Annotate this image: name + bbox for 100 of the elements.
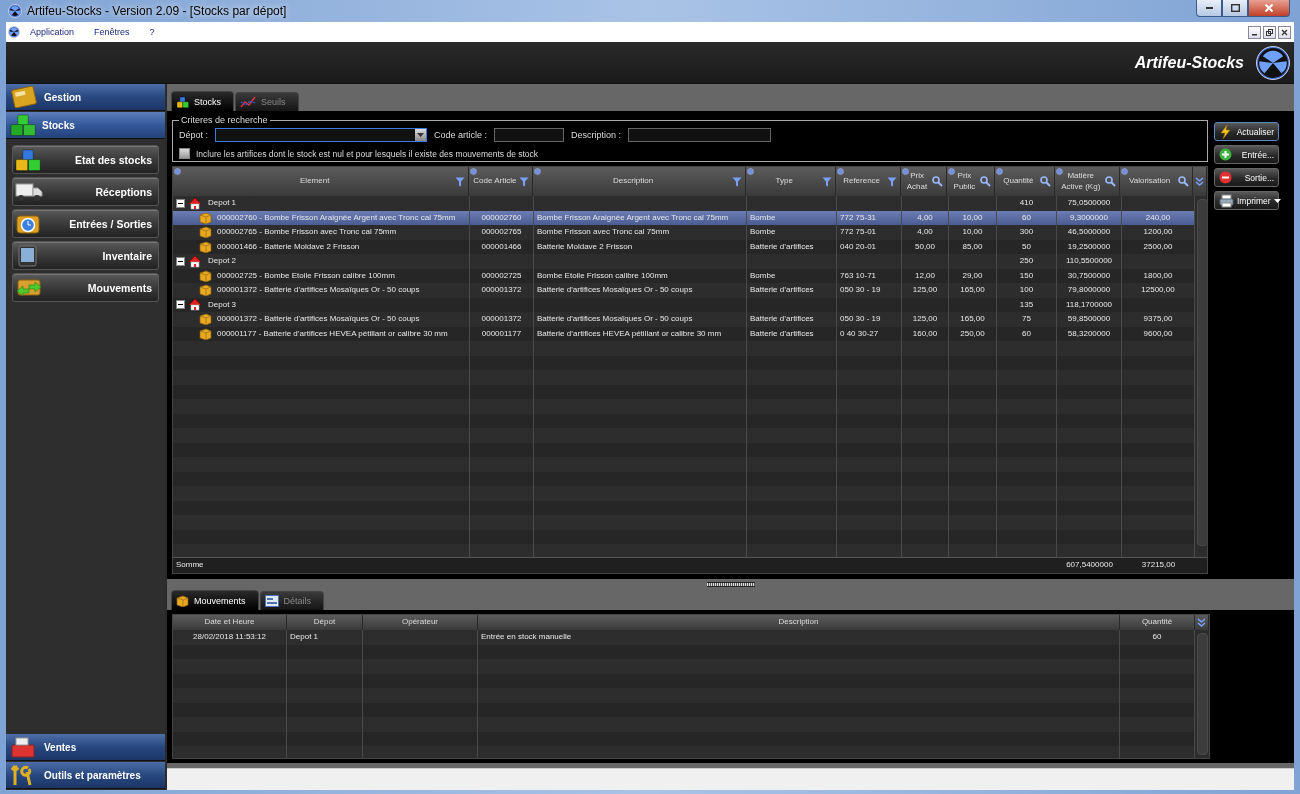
menu-item[interactable]: Application — [20, 27, 85, 37]
column-pin-icon — [174, 168, 181, 175]
sidebar-section[interactable]: Outils et paramètres — [6, 762, 165, 789]
sidebar-item[interactable]: Mouvements — [12, 273, 159, 302]
table-cell-text: 000001372 - Batterie d'artifices Mosaïques Or - 50 coups — [216, 284, 420, 296]
table-cell-text: 250 — [1019, 255, 1034, 267]
table-row[interactable]: Depot 1 410 75,0500000 — [173, 196, 1195, 211]
logo-icon — [8, 26, 20, 38]
sidebar-section[interactable]: Ventes — [6, 734, 165, 761]
table-cell-text: 12500,00 — [1141, 284, 1175, 296]
tab[interactable]: Seuils — [235, 92, 299, 111]
scrollbar-thumb[interactable] — [1196, 199, 1207, 546]
double-caret-icon — [1195, 176, 1204, 187]
box-icon — [176, 594, 189, 607]
action-button[interactable]: Entrée... — [1214, 145, 1279, 164]
column-pin-icon — [470, 168, 478, 175]
house-icon — [188, 196, 202, 210]
action-button[interactable]: Actualiser — [1214, 122, 1279, 141]
table-cell-text: 2500,00 — [1143, 240, 1173, 253]
close-button[interactable] — [1248, 0, 1290, 17]
splitter-handle[interactable] — [706, 582, 755, 587]
tree-toggle[interactable] — [176, 256, 185, 266]
filter-icon — [519, 176, 530, 187]
sidebar-item[interactable]: Entrées / Sorties — [12, 209, 159, 238]
table-cell-text: 50,00 — [915, 240, 935, 253]
table-cell-text: Entrée en stock manuelle — [481, 631, 572, 643]
menu-item[interactable]: Fenêtres — [84, 27, 140, 37]
table-cell-text: Batterie d’artifices — [750, 327, 814, 340]
box-icon — [199, 211, 212, 224]
sidebar-item[interactable]: Réceptions — [12, 177, 159, 206]
restore-button[interactable] — [1263, 25, 1276, 39]
tree-toggle[interactable] — [176, 198, 185, 208]
table-cell-text: Bombe — [750, 211, 776, 224]
table-cell-text: 9,3000000 — [1070, 211, 1108, 224]
scrollbar-thumb[interactable] — [1196, 633, 1208, 755]
column-pin-icon — [746, 168, 754, 175]
table-cell-text: 772 75-01 — [840, 226, 877, 238]
table-cell-text: 4,00 — [917, 211, 933, 224]
sidebar-item[interactable]: Etat des stocks — [12, 145, 159, 174]
minimize-button[interactable] — [1248, 25, 1261, 39]
house-icon — [188, 254, 202, 268]
table-cell-text: 000002725 — [481, 269, 522, 282]
table-cell-text: 30,7500000 — [1067, 269, 1111, 282]
dropdown-field[interactable] — [215, 128, 428, 142]
field-label: Code article : — [434, 130, 488, 140]
table-cell-text: 300 — [1019, 226, 1034, 238]
search-icon — [980, 176, 992, 187]
table-cell-text: 10,00 — [962, 211, 983, 224]
tree-toggle[interactable] — [176, 300, 185, 310]
search-icon — [1105, 176, 1117, 187]
table-cell-text: 75,0500000 — [1067, 197, 1111, 209]
search-icon — [1040, 176, 1052, 187]
tab[interactable]: Mouvements — [171, 590, 259, 610]
table-cell-text: 50 — [1022, 240, 1031, 253]
table-cell-text: 135 — [1019, 298, 1034, 311]
table-cell-text: 000002765 - Bombe Frisson avec Tronc cal 75mm — [216, 226, 397, 238]
cash-register-icon — [10, 736, 38, 758]
sidebar-section[interactable]: Stocks — [6, 112, 165, 139]
table-cell-text: 110,5500000 — [1065, 255, 1113, 267]
line-chart-icon — [240, 96, 256, 108]
sidebar-item[interactable]: Inventaire — [12, 241, 159, 270]
filter-icon — [455, 176, 466, 187]
menu-item[interactable]: ? — [139, 27, 165, 37]
caret-icon — [417, 133, 425, 137]
table-cell-text: 12,00 — [915, 269, 935, 282]
table-cell-text: 763 10-71 — [840, 269, 877, 282]
table-cell-text: 100 — [1019, 284, 1034, 296]
box-icon — [199, 240, 212, 253]
table-row[interactable]: Depot 2 250 110,5500000 — [173, 254, 1195, 269]
tab[interactable]: Stocks — [171, 91, 234, 111]
cubes-icon — [15, 148, 41, 171]
input-field[interactable] — [494, 128, 565, 142]
input-field[interactable] — [628, 128, 772, 142]
close-icon — [1265, 4, 1273, 12]
close-button[interactable] — [1278, 25, 1291, 39]
box-icon — [199, 226, 212, 239]
summary-label: Somme — [176, 559, 204, 572]
table-cell-text: 125,00 — [912, 313, 938, 325]
column-pin-icon — [1121, 168, 1129, 175]
table-cell-text: 150 — [1019, 269, 1034, 282]
table-cell-text: 9600,00 — [1143, 327, 1173, 340]
plus-icon — [1219, 148, 1232, 161]
action-button[interactable]: Imprimer — [1214, 191, 1279, 210]
table-cell-text: 10,00 — [962, 226, 983, 238]
column-pin-icon — [948, 168, 956, 175]
table-cell-text: 79,8000000 — [1067, 284, 1111, 296]
column-pin-icon — [534, 168, 542, 175]
sidebar-section[interactable]: Gestion — [6, 84, 165, 111]
table-cell-text: 1200,00 — [1143, 226, 1173, 238]
table-cell-text: 772 75-31 — [840, 211, 877, 224]
maximize-button[interactable] — [1222, 0, 1248, 17]
table-cell-text: 59,8500000 — [1067, 313, 1111, 325]
checkbox[interactable] — [179, 148, 190, 159]
action-button[interactable]: Sortie... — [1214, 168, 1279, 187]
filter-icon — [821, 176, 832, 187]
minimize-button[interactable] — [1196, 0, 1222, 17]
box-icon — [199, 269, 212, 282]
table-cell-text: 125,00 — [912, 284, 938, 296]
tab[interactable]: Détails — [259, 591, 325, 610]
table-cell-text: 165,00 — [960, 313, 985, 325]
